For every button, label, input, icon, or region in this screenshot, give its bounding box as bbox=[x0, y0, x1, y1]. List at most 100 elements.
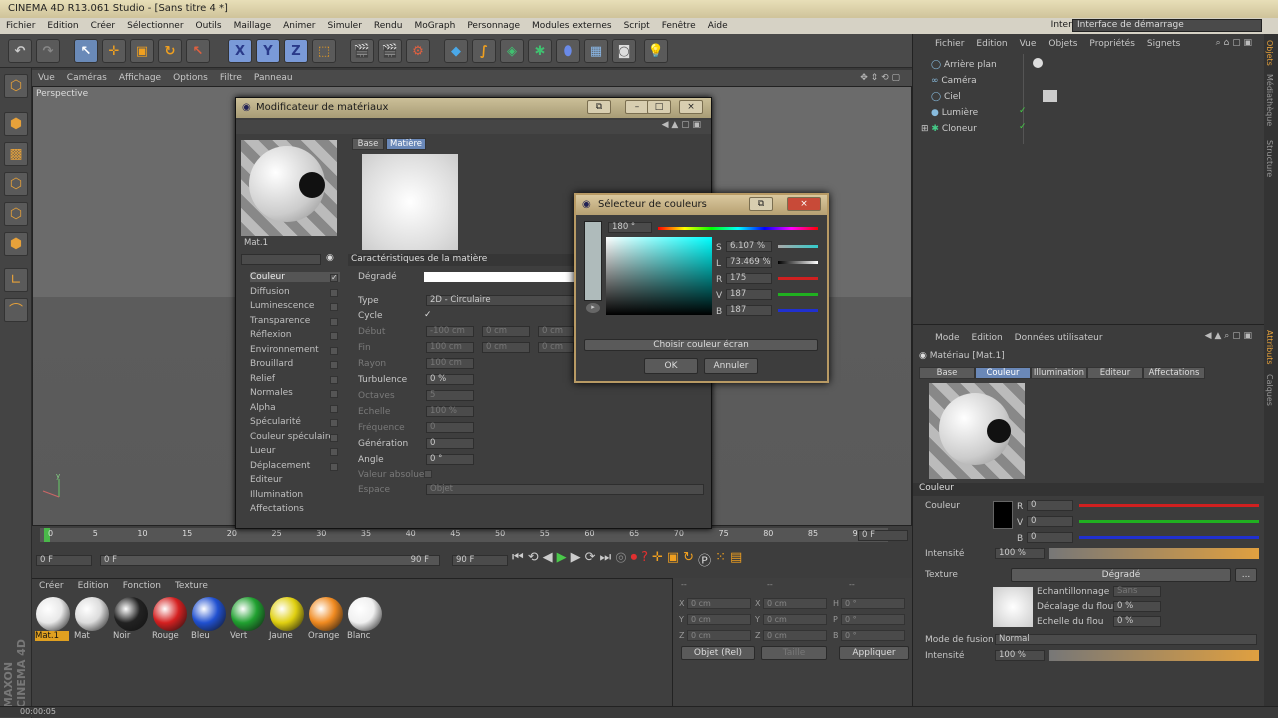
prop-octaves-field[interactable]: 5 bbox=[426, 390, 474, 401]
redo-icon[interactable]: ↷ bbox=[36, 39, 60, 63]
attr-blend-select[interactable]: Normal bbox=[995, 634, 1257, 645]
key-rot-icon[interactable]: ↻ bbox=[683, 550, 694, 569]
attr-intensity-slider[interactable] bbox=[1049, 548, 1259, 559]
goto-end-icon[interactable]: ⏭ bbox=[600, 550, 612, 569]
cloner-enabled-check[interactable]: ✓ bbox=[1019, 122, 1027, 132]
attr-sampling-select[interactable]: Sans bbox=[1113, 586, 1161, 597]
side-tab-objets[interactable]: Objets bbox=[1265, 40, 1274, 66]
side-tab-calques[interactable]: Calques bbox=[1265, 374, 1274, 406]
restore-icon[interactable]: ⧉ bbox=[587, 100, 611, 114]
attr-g-slider[interactable] bbox=[1079, 520, 1259, 523]
cancel-button[interactable]: Annuler bbox=[704, 358, 758, 374]
attr-r-field[interactable]: 0 bbox=[1027, 500, 1073, 511]
close-icon[interactable]: × bbox=[679, 100, 703, 114]
side-tab-structure[interactable]: Structure bbox=[1265, 140, 1274, 177]
floor-icon[interactable]: ▦ bbox=[584, 39, 608, 63]
attr-tab-affectations[interactable]: Affectations bbox=[1143, 367, 1205, 379]
mat-channel[interactable]: Alpha bbox=[250, 403, 276, 413]
mat-channel[interactable]: Editeur bbox=[250, 475, 282, 485]
mat-channel[interactable]: Normales bbox=[250, 388, 293, 398]
attr-blur-offset-field[interactable]: 0 % bbox=[1113, 601, 1161, 612]
expand-icon[interactable]: ⊞ bbox=[921, 124, 929, 134]
mat-channel-check[interactable] bbox=[330, 404, 338, 413]
screen-pick-button[interactable]: Choisir couleur écran bbox=[584, 339, 818, 351]
mat-editor-name[interactable]: Mat.1 bbox=[241, 239, 337, 250]
points-mode-icon[interactable]: ⬡ bbox=[4, 172, 28, 196]
help-icon[interactable]: ? bbox=[641, 550, 648, 569]
camera-icon[interactable]: ◙ bbox=[612, 39, 636, 63]
polygons-mode-icon[interactable]: ⬢ bbox=[4, 232, 28, 256]
prop-cycle-check[interactable]: ✓ bbox=[424, 310, 432, 320]
light-icon[interactable]: 💡 bbox=[644, 39, 668, 63]
menu-modules[interactable]: Modules externes bbox=[526, 21, 618, 31]
mat-editor-name-field[interactable] bbox=[241, 254, 321, 265]
mat-channel[interactable]: Relief bbox=[250, 374, 275, 384]
model-mode-icon[interactable]: ⬢ bbox=[4, 112, 28, 136]
mat-channel-check[interactable] bbox=[330, 361, 338, 369]
z-axis-icon[interactable]: Z bbox=[284, 39, 308, 63]
prop-freq-field[interactable]: 0 bbox=[426, 422, 474, 433]
mat-channel-check[interactable] bbox=[330, 462, 338, 471]
l-field[interactable]: 73.469 % bbox=[726, 257, 772, 268]
next-key-icon[interactable]: ⟳ bbox=[585, 550, 596, 569]
s-field[interactable]: 6.107 % bbox=[726, 241, 772, 252]
obj-menu-fichier[interactable]: Fichier bbox=[929, 39, 970, 49]
record-icon[interactable]: ◎ bbox=[615, 550, 626, 569]
hue-field[interactable]: 180 ° bbox=[608, 222, 652, 233]
material-swatch[interactable] bbox=[231, 597, 265, 631]
gradient-preview[interactable] bbox=[362, 154, 458, 250]
mat-channel[interactable]: Affectations bbox=[250, 504, 304, 514]
goto-start-icon[interactable]: ⏮ bbox=[512, 550, 524, 569]
b-slider[interactable] bbox=[778, 309, 818, 312]
x-axis-icon[interactable]: X bbox=[228, 39, 252, 63]
sky-texture-tag-icon[interactable] bbox=[1043, 90, 1057, 102]
mat-channel[interactable]: Lueur bbox=[250, 446, 276, 456]
saturation-value-square[interactable] bbox=[606, 237, 712, 315]
attr-intensity-field[interactable]: 100 % bbox=[995, 548, 1045, 559]
obj-item-cloneur[interactable]: ⊞ ✱ Cloneur bbox=[921, 124, 977, 134]
key-scale-icon[interactable]: ▣ bbox=[667, 550, 679, 569]
obj-item-arriere-plan[interactable]: ◯ Arrière plan bbox=[931, 60, 997, 70]
end-frame-field[interactable]: 90 F bbox=[452, 555, 508, 566]
menu-fichier[interactable]: Fichier bbox=[0, 21, 41, 31]
menu-mograph[interactable]: MoGraph bbox=[408, 21, 461, 31]
maximize-icon[interactable]: □ bbox=[647, 100, 671, 114]
mat-channel-check[interactable]: ✓ bbox=[330, 274, 338, 282]
mat-channel-check[interactable] bbox=[330, 419, 338, 427]
attr-material-preview[interactable] bbox=[929, 383, 1025, 479]
attr-tab-base[interactable]: Base bbox=[919, 367, 975, 379]
ok-button[interactable]: OK bbox=[644, 358, 698, 374]
viewport-nav-icons[interactable]: ✥ ⇕ ⟲ ▢ bbox=[854, 73, 906, 83]
live-select-icon[interactable]: ↖ bbox=[186, 39, 210, 63]
current-frame-field[interactable]: 0 F bbox=[36, 555, 92, 566]
obj-menu-proprietes[interactable]: Propriétés bbox=[1083, 39, 1140, 49]
prev-frame-icon[interactable]: ◀ bbox=[543, 550, 553, 569]
vp-menu-filtre[interactable]: Filtre bbox=[214, 73, 248, 83]
material-swatch[interactable] bbox=[36, 597, 70, 631]
material-swatch[interactable] bbox=[75, 597, 109, 631]
attr-intensity2-slider[interactable] bbox=[1049, 650, 1259, 661]
attr-texture-preview[interactable] bbox=[993, 587, 1033, 627]
obj-item-ciel[interactable]: ◯ Ciel bbox=[931, 92, 961, 102]
material-swatch[interactable] bbox=[192, 597, 226, 631]
mat-channel[interactable]: Diffusion bbox=[250, 287, 290, 297]
v-field[interactable]: 187 bbox=[726, 289, 772, 300]
range-slider[interactable]: 0 F 90 F bbox=[100, 555, 440, 566]
material-swatch[interactable] bbox=[348, 597, 382, 631]
coord-mode-select[interactable]: Objet (Rel) bbox=[681, 646, 755, 660]
coord-field[interactable]: 0 cm bbox=[687, 598, 751, 609]
attr-blur-scale-field[interactable]: 0 % bbox=[1113, 616, 1161, 627]
mat-channel-check[interactable] bbox=[330, 303, 338, 311]
attr-menu-donnees[interactable]: Données utilisateur bbox=[1009, 333, 1109, 343]
prop-start-y[interactable]: 0 cm bbox=[482, 326, 530, 337]
b-field[interactable]: 187 bbox=[726, 305, 772, 316]
r-field[interactable]: 175 bbox=[726, 273, 772, 284]
coord-field[interactable]: 0 ° bbox=[841, 630, 905, 641]
coord-field[interactable]: 0 cm bbox=[687, 614, 751, 625]
l-slider[interactable] bbox=[778, 261, 818, 264]
key-pla-icon[interactable]: ⁙ bbox=[715, 550, 726, 569]
color-picker-titlebar[interactable]: ◉ Sélecteur de couleurs ⧉ × bbox=[576, 195, 827, 215]
mat-channel-check[interactable] bbox=[330, 288, 338, 297]
mat-editor-titlebar[interactable]: ◉ Modificateur de matériaux ⧉ – □ × bbox=[236, 98, 711, 118]
close-icon[interactable]: × bbox=[787, 197, 821, 211]
